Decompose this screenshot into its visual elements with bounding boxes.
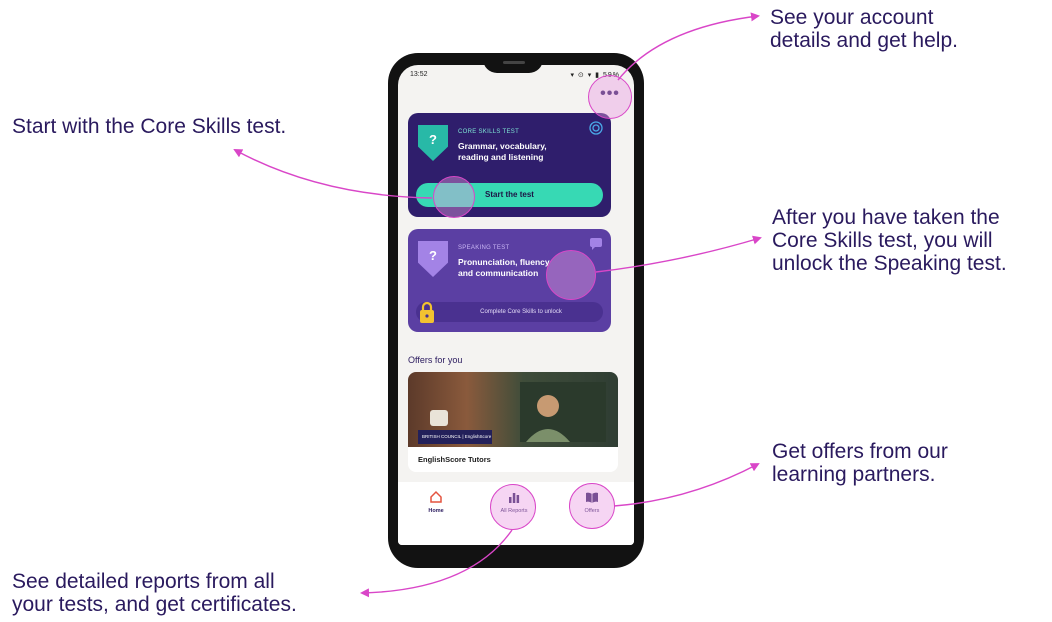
callout-speaking-line: unlock the Speaking test. [772, 252, 1007, 275]
callout-reports: See detailed reports from all your tests… [12, 570, 297, 616]
highlight-menu [588, 75, 632, 119]
callout-speaking-line: Core Skills test, you will [772, 229, 993, 252]
callout-offers-line: learning partners. [772, 463, 936, 486]
callout-speaking: After you have taken the Core Skills tes… [772, 206, 1007, 275]
offer-name: EnglishScore Tutors [418, 455, 491, 464]
nav-home[interactable]: Home [406, 490, 466, 514]
shield-question-icon: ? [418, 125, 448, 161]
british-council-logo: BRITISH COUNCIL | EnglishScore Tutors [418, 430, 492, 453]
locked-row: Complete Core Skills to unlock [416, 301, 603, 323]
highlight-all-reports [490, 484, 536, 530]
app-screen: 13:52 ▾ ⊙ ▾ ▮ 59% ••• ? CORE SKILLS TEST… [398, 65, 634, 545]
core-card-title: Grammar, vocabulary, reading and listeni… [458, 141, 598, 163]
callout-offers-line: Get offers from our [772, 440, 948, 463]
speech-bubble-icon [590, 238, 602, 250]
home-icon [430, 490, 442, 503]
lock-icon [420, 301, 434, 323]
lock-text: Complete Core Skills to unlock [480, 309, 562, 315]
callout-account: See your account details and get help. [770, 6, 958, 52]
status-time: 13:52 [410, 71, 428, 78]
callout-speaking-line: After you have taken the [772, 206, 1000, 229]
offer-card[interactable]: BRITISH COUNCIL | EnglishScore Tutors En… [408, 372, 618, 472]
target-icon [589, 121, 603, 135]
speaking-card-label: SPEAKING TEST [458, 245, 510, 251]
core-card-title-line: reading and listening [458, 152, 544, 162]
core-card-label: CORE SKILLS TEST [458, 129, 520, 135]
callout-account-line: See your account [770, 6, 934, 29]
nav-home-label: Home [428, 508, 444, 514]
highlight-offers [569, 483, 615, 529]
callout-offers: Get offers from our learning partners. [772, 440, 948, 486]
callout-account-line: details and get help. [770, 29, 958, 52]
callout-reports-line: See detailed reports from all [12, 570, 275, 593]
phone-speaker [503, 61, 525, 64]
callout-core: Start with the Core Skills test. [12, 115, 286, 138]
shield-question-icon: ? [418, 241, 448, 277]
callout-core-line: Start with the Core Skills test. [12, 115, 287, 138]
core-card-title-line: Grammar, vocabulary, [458, 141, 547, 151]
callout-reports-line: your tests, and get certificates. [12, 593, 297, 616]
highlight-speaking-card [546, 250, 596, 300]
offers-section-title: Offers for you [408, 355, 463, 365]
highlight-start-button [433, 176, 475, 218]
